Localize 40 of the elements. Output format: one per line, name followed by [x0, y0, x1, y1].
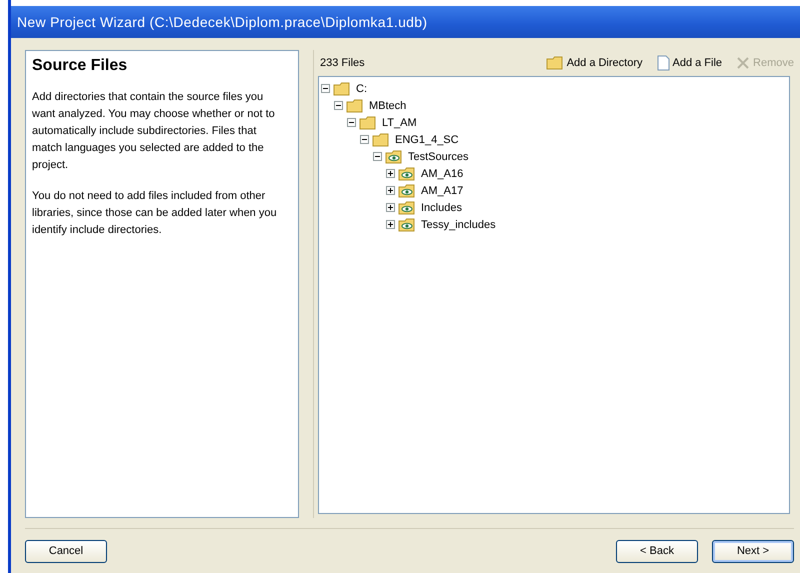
heading: Source Files	[32, 57, 128, 76]
tree-item[interactable]: AM_A16	[419, 168, 466, 180]
expand-icon[interactable]	[386, 169, 395, 178]
expand-icon[interactable]	[386, 203, 395, 212]
toolbar-button[interactable]: Add a File	[656, 55, 722, 72]
folder-icon	[359, 116, 377, 130]
folder-icon	[372, 132, 390, 147]
back-button[interactable]: < Back	[616, 540, 698, 563]
collapse-icon[interactable]	[360, 135, 369, 144]
collapse-icon[interactable]	[321, 84, 330, 94]
document-icon	[656, 55, 670, 72]
collapse-icon[interactable]	[334, 101, 343, 110]
tree-item[interactable]: Includes	[419, 202, 464, 214]
source-folder-icon	[398, 184, 416, 198]
tree-item[interactable]: TestSources	[406, 150, 471, 163]
toolbar-button[interactable]: Add a Directory	[546, 56, 642, 70]
tree-item[interactable]: AM_A17	[419, 184, 466, 197]
next-button[interactable]: Next >	[712, 540, 794, 563]
folder-icon	[333, 82, 351, 96]
folder-icon	[346, 98, 364, 113]
source-folder-icon	[385, 150, 403, 164]
tree-item[interactable]: LT_AM	[380, 116, 419, 129]
description-text: You do not need to add files included from other libraries, since those can be added later when you identify include directories.	[32, 189, 278, 238]
expand-icon[interactable]	[386, 220, 395, 230]
window-title: New Project Wizard (C:\Dedecek\Diplom.prace\Diplomka1.udb)	[11, 0, 800, 38]
folder-icon	[546, 56, 564, 70]
source-folder-icon	[398, 218, 416, 232]
source-folder-icon	[398, 200, 416, 215]
collapse-icon[interactable]	[347, 118, 356, 128]
collapse-icon[interactable]	[373, 152, 382, 162]
tree-item[interactable]: ENG1_4_SC	[393, 134, 461, 146]
tree-item[interactable]: C:	[354, 82, 369, 95]
close-icon	[736, 56, 750, 70]
tree-item[interactable]: Tessy_includes	[419, 218, 498, 231]
source-folder-icon	[398, 166, 416, 181]
cancel-button[interactable]: Cancel	[25, 540, 107, 563]
description-text: Add directories that contain the source files you want analyzed. You may choose whether or not to automatically include subdirectories. Files that match languages you selected are added to the project.	[32, 90, 276, 174]
file-count: 233 Files	[319, 57, 366, 70]
tree-item[interactable]: MBtech	[367, 100, 408, 112]
expand-icon[interactable]	[386, 186, 395, 196]
